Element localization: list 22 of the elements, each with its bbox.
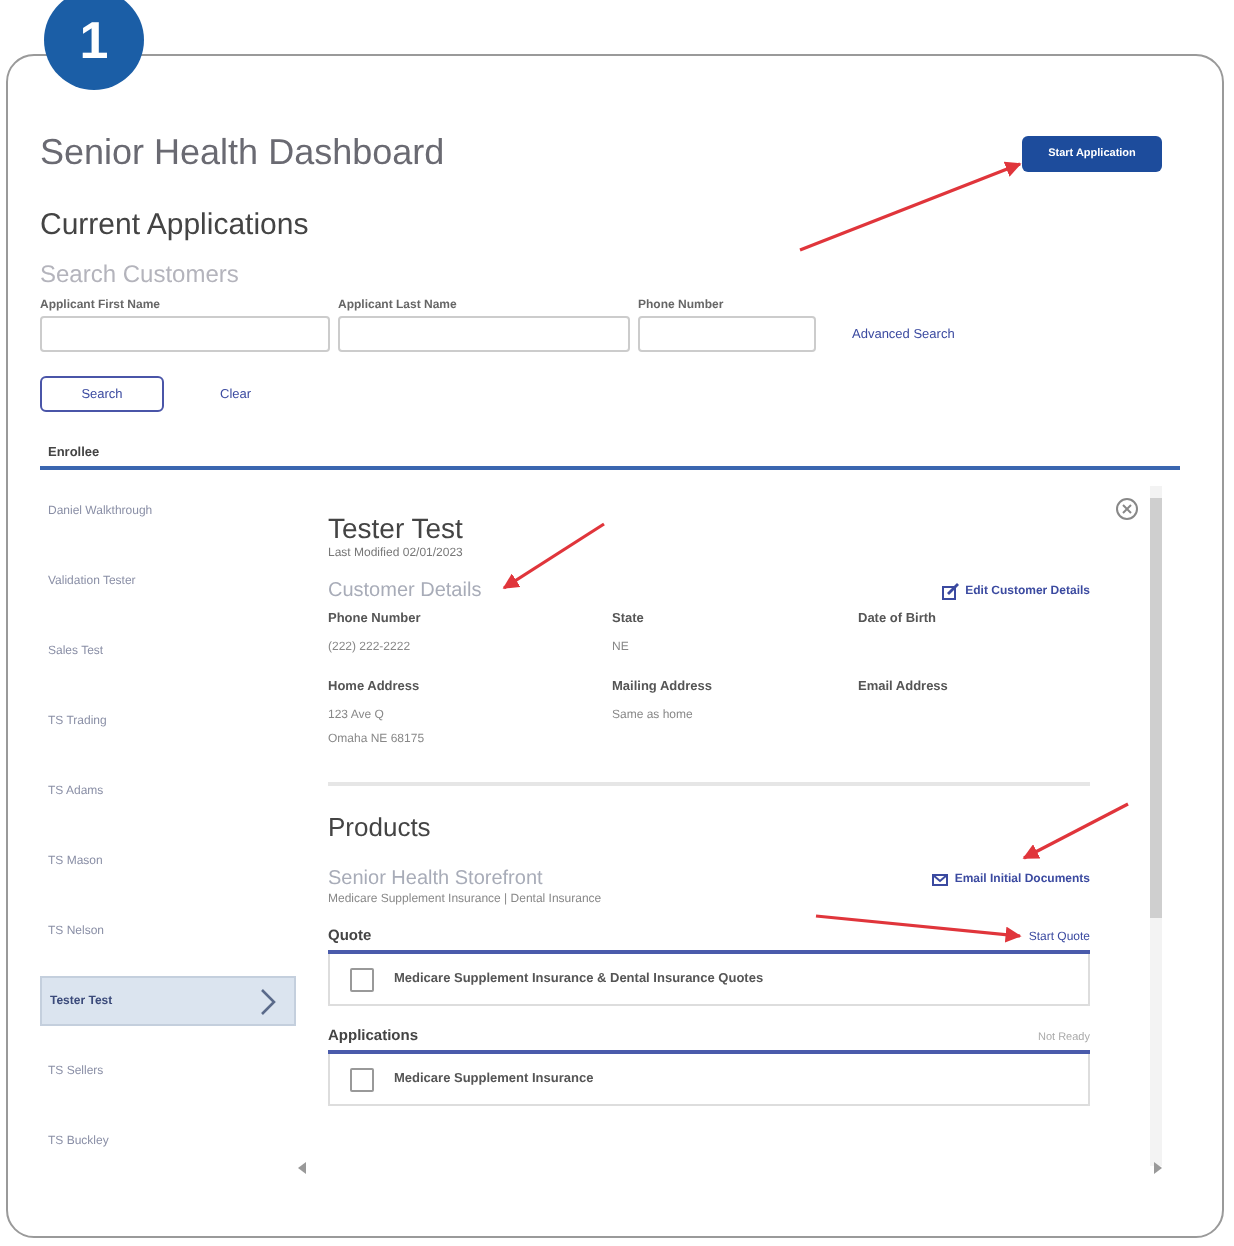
vertical-scrollbar[interactable]: [1150, 486, 1162, 1166]
close-icon[interactable]: [1116, 498, 1138, 520]
section-heading: Customer Details: [328, 580, 482, 602]
scroll-right-icon: [1154, 1162, 1162, 1174]
page-title: Senior Health Dashboard: [40, 132, 445, 174]
edit-icon: [941, 582, 960, 600]
checkbox[interactable]: [350, 967, 374, 991]
section-heading: Current Applications: [40, 208, 311, 242]
storefront-heading: Senior Health Storefront: [328, 868, 543, 890]
customer-name: Tester Test: [328, 512, 465, 544]
search-heading: Search Customers: [40, 260, 241, 288]
chevron-right-icon: [258, 987, 278, 1015]
annotation-arrow: [1022, 802, 1129, 860]
products-heading: Products: [328, 812, 433, 842]
input-field[interactable]: [338, 316, 630, 352]
input-field[interactable]: [638, 316, 816, 352]
envelope-icon: [932, 873, 949, 885]
step-number-badge: 1: [44, 0, 144, 90]
annotation-arrow: [502, 522, 605, 590]
checkbox[interactable]: [350, 1067, 374, 1091]
input-field[interactable]: [40, 316, 330, 352]
scroll-left-icon: [298, 1162, 306, 1174]
